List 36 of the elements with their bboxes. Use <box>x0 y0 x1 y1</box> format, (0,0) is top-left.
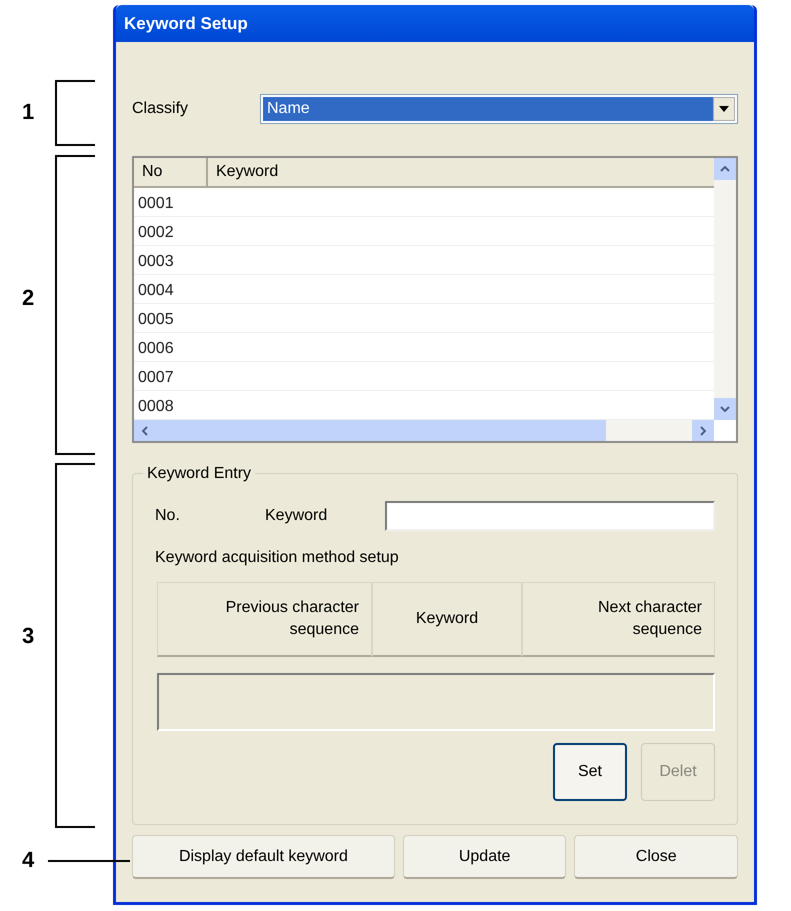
callout-number: 3 <box>22 625 34 647</box>
method-column-button[interactable]: Keyword <box>372 582 522 657</box>
vertical-scrollbar[interactable] <box>714 158 736 420</box>
row-number: 0008 <box>137 397 175 417</box>
method-column-button[interactable]: Previous character sequence <box>157 582 372 657</box>
row-number: 0007 <box>137 368 175 388</box>
method-column-button[interactable]: Next character sequence <box>522 582 715 657</box>
dialog-button[interactable]: Close <box>574 835 738 879</box>
column-header[interactable]: Keyword <box>208 158 714 186</box>
keyword-label: Keyword <box>265 506 328 526</box>
keyword-input-field[interactable] <box>385 501 715 531</box>
row-number: 0004 <box>137 281 175 301</box>
callout-bracket <box>55 80 95 146</box>
scroll-left-icon[interactable] <box>134 420 156 441</box>
callout-number: 4 <box>22 849 34 871</box>
row-number: 0001 <box>137 194 175 214</box>
scroll-thumb[interactable] <box>156 420 606 441</box>
no-label: No. <box>155 506 181 526</box>
row-number: 0005 <box>137 310 175 330</box>
scroll-down-icon[interactable] <box>714 398 736 420</box>
row-number: 0002 <box>137 223 175 243</box>
action-button[interactable]: Set <box>553 743 627 801</box>
method-label: Keyword acquisition method setup <box>155 548 400 568</box>
row-number: 0006 <box>137 339 175 359</box>
scroll-right-icon[interactable] <box>692 420 714 441</box>
callout-number: 1 <box>22 101 34 123</box>
window-title: Keyword Setup <box>124 12 248 35</box>
scroll-up-icon[interactable] <box>714 158 736 180</box>
dialog-button[interactable]: Update <box>402 835 566 879</box>
horizontal-scrollbar[interactable] <box>134 420 714 441</box>
row-number: 0003 <box>137 252 175 272</box>
classify-dropdown[interactable]: Name <box>260 94 738 124</box>
classify-label: Classify <box>132 99 190 119</box>
callout-number: 2 <box>22 287 34 309</box>
column-header[interactable]: No <box>134 158 208 186</box>
dialog-button[interactable]: Display default keyword <box>132 835 395 879</box>
